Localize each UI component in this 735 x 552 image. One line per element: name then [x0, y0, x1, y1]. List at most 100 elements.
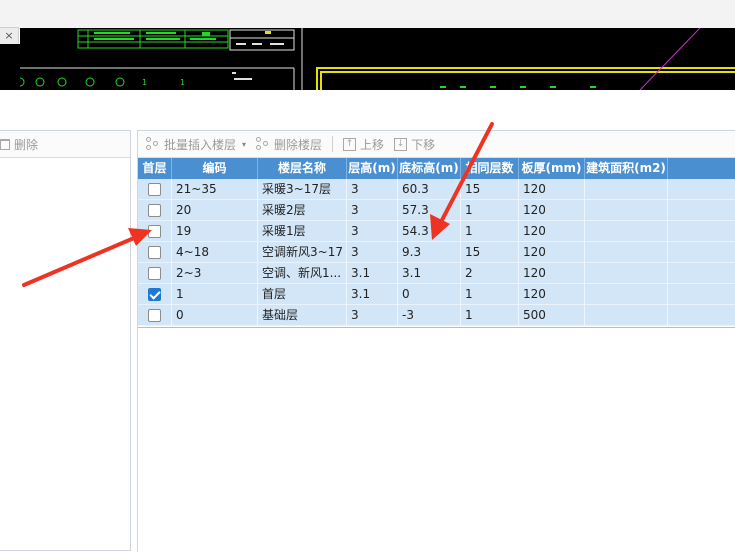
- floor-settings-panel: 批量插入楼层 ▾ 删除楼层 ↑ 上移 ↓ 下移 首层 编码 楼层名称 层高(m)…: [137, 130, 735, 552]
- first-floor-checkbox[interactable]: [148, 246, 161, 259]
- arrow-up-icon: ↑: [343, 137, 357, 151]
- col-slab-thickness[interactable]: 板厚(mm): [519, 158, 585, 179]
- move-down-button[interactable]: ↓ 下移: [390, 136, 439, 153]
- col-floor-height[interactable]: 层高(m): [347, 158, 398, 179]
- cell-building-area[interactable]: [585, 179, 668, 200]
- table-row[interactable]: 0 基础层 3 -3 1 500: [138, 305, 735, 326]
- cell-building-area[interactable]: [585, 200, 668, 221]
- cell-code[interactable]: 21~35: [172, 179, 258, 200]
- cell-extra: [668, 305, 735, 326]
- cell-same-floors[interactable]: 1: [461, 221, 519, 242]
- cad-drawing: 1 1: [20, 28, 735, 90]
- cell-slab-thickness[interactable]: 120: [519, 263, 585, 284]
- col-building-area[interactable]: 建筑面积(m2): [585, 158, 668, 179]
- cell-slab-thickness[interactable]: 120: [519, 284, 585, 305]
- cell-bottom-elevation[interactable]: 3.1: [398, 263, 461, 284]
- cell-bottom-elevation[interactable]: 0: [398, 284, 461, 305]
- cell-floor-height[interactable]: 3: [347, 305, 398, 326]
- batch-insert-floor-button[interactable]: 批量插入楼层 ▾: [142, 136, 250, 153]
- cell-code[interactable]: 19: [172, 221, 258, 242]
- cell-code[interactable]: 2~3: [172, 263, 258, 284]
- trash-icon: [0, 138, 10, 150]
- table-row[interactable]: 4~18 空调新风3~17 3 9.3 15 120: [138, 242, 735, 263]
- cell-same-floors[interactable]: 15: [461, 179, 519, 200]
- cell-extra: [668, 242, 735, 263]
- cell-code[interactable]: 20: [172, 200, 258, 221]
- cell-floor-height[interactable]: 3: [347, 200, 398, 221]
- floor-nodes-icon: [146, 137, 160, 151]
- first-floor-checkbox[interactable]: [148, 267, 161, 280]
- cad-viewport[interactable]: 1 1: [20, 28, 735, 90]
- cell-building-area[interactable]: [585, 305, 668, 326]
- cell-floor-name[interactable]: 首层: [258, 284, 347, 305]
- floor-table: 首层 编码 楼层名称 层高(m) 底标高(m) 相同层数 板厚(mm) 建筑面积…: [138, 158, 735, 326]
- first-floor-checkbox[interactable]: [148, 183, 161, 196]
- cell-slab-thickness[interactable]: 120: [519, 221, 585, 242]
- cell-building-area[interactable]: [585, 221, 668, 242]
- table-row[interactable]: 21~35 采暖3~17层 3 60.3 15 120: [138, 179, 735, 200]
- cell-floor-height[interactable]: 3: [347, 242, 398, 263]
- chevron-down-icon[interactable]: ▾: [242, 140, 246, 149]
- cell-building-area[interactable]: [585, 242, 668, 263]
- cell-floor-height[interactable]: 3: [347, 221, 398, 242]
- cell-bottom-elevation[interactable]: 60.3: [398, 179, 461, 200]
- delete-nodes-icon: [256, 137, 270, 151]
- cell-floor-name[interactable]: 空调新风3~17: [258, 242, 347, 263]
- col-bottom-elevation[interactable]: 底标高(m): [398, 158, 461, 179]
- col-same-floors[interactable]: 相同层数: [461, 158, 519, 179]
- cell-floor-name[interactable]: 采暖1层: [258, 221, 347, 242]
- move-up-button[interactable]: ↑ 上移: [339, 136, 388, 153]
- table-bottom-border: [138, 327, 735, 328]
- cell-same-floors[interactable]: 1: [461, 305, 519, 326]
- cell-floor-height[interactable]: 3: [347, 179, 398, 200]
- cell-code[interactable]: 4~18: [172, 242, 258, 263]
- table-row[interactable]: 2~3 空调、新风1... 3.1 3.1 2 120: [138, 263, 735, 284]
- cell-floor-name[interactable]: 采暖3~17层: [258, 179, 347, 200]
- cell-same-floors[interactable]: 1: [461, 284, 519, 305]
- cell-floor-height[interactable]: 3.1: [347, 284, 398, 305]
- col-floor-name[interactable]: 楼层名称: [258, 158, 347, 179]
- cell-bottom-elevation[interactable]: 57.3: [398, 200, 461, 221]
- col-extra: [668, 158, 735, 179]
- first-floor-checkbox[interactable]: [148, 204, 161, 217]
- cell-building-area[interactable]: [585, 284, 668, 305]
- delete-label: 删除: [14, 137, 39, 152]
- cell-slab-thickness[interactable]: 500: [519, 305, 585, 326]
- cell-same-floors[interactable]: 2: [461, 263, 519, 284]
- cell-code[interactable]: 0: [172, 305, 258, 326]
- cell-code[interactable]: 1: [172, 284, 258, 305]
- first-floor-checkbox[interactable]: [148, 225, 161, 238]
- batch-insert-floor-label: 批量插入楼层: [164, 137, 237, 152]
- col-first-floor[interactable]: 首层: [138, 158, 172, 179]
- cell-building-area[interactable]: [585, 263, 668, 284]
- delete-button[interactable]: 删除: [0, 136, 42, 153]
- cell-extra: [668, 263, 735, 284]
- delete-floor-button[interactable]: 删除楼层: [252, 136, 326, 153]
- top-tab-bar: [0, 0, 735, 29]
- cad-label-b: 1: [180, 78, 185, 87]
- table-row[interactable]: 1 首层 3.1 0 1 120: [138, 284, 735, 305]
- table-header: 首层 编码 楼层名称 层高(m) 底标高(m) 相同层数 板厚(mm) 建筑面积…: [138, 158, 735, 179]
- first-floor-checkbox[interactable]: [148, 309, 161, 322]
- cell-slab-thickness[interactable]: 120: [519, 242, 585, 263]
- cell-floor-name[interactable]: 采暖2层: [258, 200, 347, 221]
- cell-floor-name[interactable]: 空调、新风1...: [258, 263, 347, 284]
- arrow-down-icon: ↓: [394, 137, 408, 151]
- table-row[interactable]: 20 采暖2层 3 57.3 1 120: [138, 200, 735, 221]
- table-row[interactable]: 19 采暖1层 3 54.3 1 120: [138, 221, 735, 242]
- cell-bottom-elevation[interactable]: 9.3: [398, 242, 461, 263]
- cell-slab-thickness[interactable]: 120: [519, 200, 585, 221]
- first-floor-checkbox[interactable]: [148, 288, 161, 301]
- cell-slab-thickness[interactable]: 120: [519, 179, 585, 200]
- cell-floor-name[interactable]: 基础层: [258, 305, 347, 326]
- move-down-label: 下移: [411, 137, 436, 152]
- cell-bottom-elevation[interactable]: 54.3: [398, 221, 461, 242]
- col-code[interactable]: 编码: [172, 158, 258, 179]
- close-icon[interactable]: ×: [0, 27, 19, 45]
- cell-same-floors[interactable]: 1: [461, 200, 519, 221]
- cell-same-floors[interactable]: 15: [461, 242, 519, 263]
- cad-yellow-mark: [265, 31, 271, 34]
- delete-floor-label: 删除楼层: [274, 137, 323, 152]
- cell-floor-height[interactable]: 3.1: [347, 263, 398, 284]
- cell-bottom-elevation[interactable]: -3: [398, 305, 461, 326]
